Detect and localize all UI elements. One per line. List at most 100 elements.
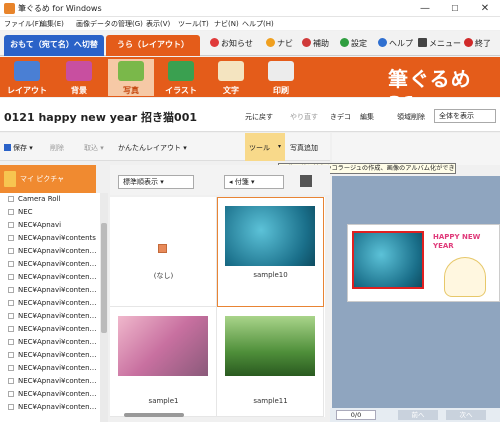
navi-link[interactable]: ナビ xyxy=(266,38,293,49)
ribbon-photo[interactable]: 写真 xyxy=(108,59,154,96)
folder-item[interactable]: NEC¥Apnavi¥conten… xyxy=(8,351,98,359)
card-greeting: HAPPY NEW YEAR xyxy=(433,233,481,250)
image-cell[interactable]: sample11 xyxy=(217,307,324,417)
image-thumbnail xyxy=(118,316,208,376)
ribbon-illustration[interactable]: イラスト xyxy=(158,59,204,96)
menu-tools[interactable]: ツール(T) xyxy=(178,19,209,29)
grid-scrollbar[interactable] xyxy=(110,410,325,418)
background-icon xyxy=(66,61,92,81)
image-cell[interactable]: (なし) xyxy=(110,197,217,307)
ribbon-layout[interactable]: レイアウト xyxy=(4,59,50,96)
settings-link[interactable]: 設定 xyxy=(340,38,367,49)
folder-icon xyxy=(4,171,16,187)
document-title: 0121 happy new year 招き猫001 xyxy=(4,111,197,124)
folder-list: Camera Roll NEC NEC¥Apnavi NEC¥Apnavi¥co… xyxy=(0,193,100,422)
folder-item[interactable]: NEC¥Apnavi xyxy=(8,221,98,229)
sort-select[interactable]: 標準順表示 ▾ xyxy=(118,175,194,189)
lucky-cat-illustration xyxy=(444,257,486,297)
printer-icon xyxy=(268,61,294,81)
menu-help[interactable]: ヘルプ(H) xyxy=(242,19,274,29)
view-select[interactable]: 全体を表示 xyxy=(434,109,496,123)
folder-item[interactable]: NEC¥Apnavi¥conten… xyxy=(8,247,98,255)
folder-item[interactable]: Camera Roll xyxy=(8,195,98,203)
tab-back-layout[interactable]: うら（レイアウト） xyxy=(106,35,200,56)
page-counter: 0/0 xyxy=(336,410,376,420)
ribbon-text[interactable]: 文字 xyxy=(208,59,254,96)
next-page-button[interactable]: 次へ xyxy=(446,410,486,420)
menu-file[interactable]: ファイル(F) xyxy=(4,19,42,29)
question-icon xyxy=(378,38,387,47)
easy-layout-button[interactable]: かんたんレイアウト ▾ xyxy=(118,143,187,153)
gear-icon xyxy=(340,38,349,47)
region-delete-button[interactable]: 領域削除 xyxy=(397,112,425,122)
image-grid: (なし) sample10 sample1 sample11 xyxy=(110,197,325,417)
assist-link[interactable]: 補助 xyxy=(302,38,329,49)
help-link[interactable]: ヘルプ xyxy=(378,38,413,49)
menu-icon xyxy=(418,38,427,47)
tab-front-address[interactable]: おもて（宛て名）へ切替 xyxy=(4,35,104,56)
save-icon xyxy=(4,144,11,151)
folder-item[interactable]: NEC¥Apnavi¥conten… xyxy=(8,312,98,320)
menu-navi[interactable]: ナビ(N) xyxy=(214,19,239,29)
scroll-thumb[interactable] xyxy=(124,413,184,417)
ribbon-print[interactable]: 印刷 xyxy=(258,59,304,96)
news-link[interactable]: お知らせ xyxy=(210,38,253,49)
tab-row: おもて（宛て名）へ切替 うら（レイアウト） お知らせ ナビ 補助 設定 ヘルプ … xyxy=(0,31,500,56)
folder-item[interactable]: NEC¥Apnavi¥conten… xyxy=(8,403,98,411)
menu-view[interactable]: 表示(V) xyxy=(146,19,170,29)
add-photo-button[interactable]: 写真追加 xyxy=(290,143,318,153)
scroll-thumb[interactable] xyxy=(101,223,107,333)
delete-button[interactable]: 削除 xyxy=(50,143,64,153)
exit-link[interactable]: 終了 xyxy=(464,38,491,49)
folder-item[interactable]: NEC¥Apnavi¥conten… xyxy=(8,299,98,307)
image-cell[interactable]: sample1 xyxy=(110,307,217,417)
menu-link[interactable]: メニュー xyxy=(418,38,461,49)
title-bar: 筆ぐるめ for Windows — ☐ ✕ xyxy=(0,0,500,17)
preview-toolbar xyxy=(332,133,500,165)
grid-view-icon[interactable] xyxy=(300,175,312,187)
navi-icon xyxy=(266,38,275,47)
image-thumbnail xyxy=(225,316,315,376)
folder-item[interactable]: NEC¥Apnavi¥contents xyxy=(8,234,98,242)
photo-icon xyxy=(118,61,144,81)
folder-panel-header: マイ ピクチャ xyxy=(0,165,96,193)
edit-button[interactable]: 編集 xyxy=(360,112,374,122)
ribbon-background[interactable]: 背景 xyxy=(56,59,102,96)
bell-icon xyxy=(210,38,219,47)
tools-dropdown-icon[interactable]: ▾ xyxy=(278,143,281,150)
undo-button[interactable]: 元に戻す xyxy=(245,112,273,122)
illustration-icon xyxy=(168,61,194,81)
menu-bar: ファイル(F) 編集(E) 画像データの管理(G) 表示(V) ツール(T) ナ… xyxy=(0,17,500,30)
close-button[interactable]: ✕ xyxy=(470,0,500,17)
redo-button[interactable]: やり直す xyxy=(290,112,318,122)
attached-filter-select[interactable]: ◂ 付箋 ▾ xyxy=(224,175,284,189)
folder-item[interactable]: NEC¥Apnavi¥conten… xyxy=(8,364,98,372)
folder-item[interactable]: NEC¥Apnavi¥conten… xyxy=(8,390,98,398)
folder-item[interactable]: NEC¥Apnavi¥conten… xyxy=(8,325,98,333)
folder-scrollbar[interactable] xyxy=(100,193,108,422)
deco-button[interactable]: きデコ xyxy=(330,112,351,122)
save-button[interactable]: 保存 ▾ xyxy=(4,143,33,153)
preview-footer: 0/0 前へ 次へ xyxy=(330,408,500,422)
app-icon xyxy=(4,3,15,14)
prev-page-button[interactable]: 前へ xyxy=(398,410,438,420)
folder-item[interactable]: NEC xyxy=(8,208,98,216)
import-button[interactable]: 取込 ▾ xyxy=(84,143,104,153)
window-title: 筆ぐるめ for Windows xyxy=(18,4,102,13)
minimize-button[interactable]: — xyxy=(410,0,440,17)
card-preview[interactable]: HAPPY NEW YEAR xyxy=(347,224,500,302)
image-browser-toolbar: 標準順表示 ▾ ◂ 付箋 ▾ xyxy=(110,165,330,195)
layout-icon xyxy=(14,61,40,81)
menu-edit[interactable]: 編集(E) xyxy=(40,19,64,29)
folder-item[interactable]: NEC¥Apnavi¥conten… xyxy=(8,273,98,281)
no-image-icon xyxy=(158,244,167,253)
folder-item[interactable]: NEC¥Apnavi¥conten… xyxy=(8,260,98,268)
card-photo[interactable] xyxy=(352,231,424,289)
maximize-button[interactable]: ☐ xyxy=(440,0,470,17)
folder-item[interactable]: NEC¥Apnavi¥conten… xyxy=(8,286,98,294)
folder-item[interactable]: NEC¥Apnavi¥conten… xyxy=(8,377,98,385)
folder-item[interactable]: NEC¥Apnavi¥conten… xyxy=(8,338,98,346)
image-cell-selected[interactable]: sample10 xyxy=(217,197,324,307)
text-icon xyxy=(218,61,244,81)
menu-image-data[interactable]: 画像データの管理(G) xyxy=(76,19,143,29)
